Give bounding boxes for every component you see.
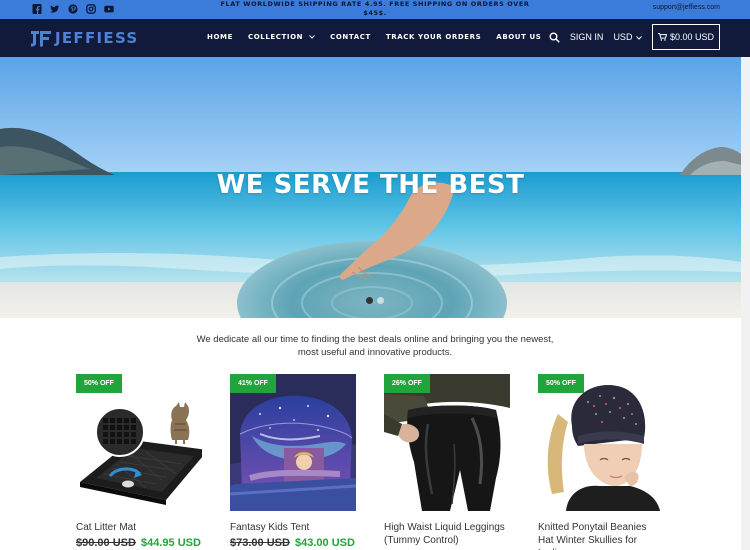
sign-in-link[interactable]: SIGN IN bbox=[570, 32, 604, 42]
nav-collection-label: COLLECTION bbox=[247, 33, 304, 41]
product-card[interactable]: 41% OFF Fantasy Kids Tent $73.00 USD $43… bbox=[230, 374, 356, 550]
discount-badge: 26% OFF bbox=[384, 374, 430, 393]
chevron-down-icon bbox=[309, 35, 315, 39]
product-price: $90.00 USD $44.95 USD bbox=[76, 537, 202, 549]
sale-price: $43.00 USD bbox=[295, 537, 355, 549]
cart-button[interactable]: $0.00 USD bbox=[651, 24, 720, 50]
facebook-icon[interactable] bbox=[32, 3, 42, 15]
site-header: JEFFIESS HOME COLLECTION CONTACT TRACK Y… bbox=[0, 19, 750, 57]
product-grid: 50% OFF Cat Litter Mat $90.00 USD $44.95… bbox=[76, 374, 664, 550]
product-name[interactable]: Cat Litter Mat bbox=[76, 521, 202, 534]
nav-contact[interactable]: CONTACT bbox=[330, 33, 371, 41]
discount-badge: 50% OFF bbox=[538, 374, 584, 393]
logo-mark-icon bbox=[31, 31, 51, 47]
currency-value: USD bbox=[613, 32, 633, 42]
site-logo[interactable]: JEFFIESS bbox=[30, 28, 138, 48]
liquid-leggings-image bbox=[384, 374, 510, 511]
original-price: $73.00 USD bbox=[230, 537, 290, 549]
currency-selector[interactable]: USD bbox=[613, 32, 642, 42]
product-card[interactable]: 26% OFF High Waist Liquid Leggings (Tumm… bbox=[384, 374, 510, 550]
nav-collection[interactable]: COLLECTION bbox=[248, 33, 315, 41]
social-links bbox=[32, 3, 114, 15]
nav-track-orders[interactable]: TRACK YOUR ORDERS bbox=[386, 33, 481, 41]
twitter-icon[interactable] bbox=[50, 3, 60, 15]
cart-icon bbox=[657, 33, 667, 41]
logo-text: JEFFIESS bbox=[55, 29, 139, 47]
knitted-beanie-image bbox=[538, 374, 664, 511]
header-actions: SIGN IN USD $0.00 USD bbox=[549, 24, 720, 50]
product-name[interactable]: High Waist Liquid Leggings (Tummy Contro… bbox=[384, 521, 510, 547]
instagram-icon[interactable] bbox=[86, 3, 96, 15]
product-image[interactable]: 41% OFF bbox=[230, 374, 356, 511]
nav-about-us[interactable]: ABOUT US bbox=[496, 33, 541, 41]
product-card[interactable]: 50% OFF Cat Litter Mat $90.00 USD $44.95… bbox=[76, 374, 202, 550]
main-nav: HOME COLLECTION CONTACT TRACK YOUR ORDER… bbox=[207, 33, 541, 41]
product-image[interactable]: 50% OFF bbox=[76, 374, 202, 511]
discount-badge: 50% OFF bbox=[76, 374, 122, 393]
slider-dots bbox=[366, 297, 384, 304]
discount-badge: 41% OFF bbox=[230, 374, 276, 393]
product-price: $73.00 USD $43.00 USD bbox=[230, 537, 356, 549]
slider-dot-1[interactable] bbox=[366, 297, 373, 304]
search-icon[interactable] bbox=[549, 32, 560, 43]
cart-total: $0.00 USD bbox=[669, 32, 714, 42]
nav-home[interactable]: HOME bbox=[207, 33, 233, 41]
shipping-announcement: FLAT WORLDWIDE SHIPPING RATE 4.95. FREE … bbox=[220, 0, 530, 17]
product-name[interactable]: Fantasy Kids Tent bbox=[230, 521, 356, 534]
youtube-icon[interactable] bbox=[104, 3, 114, 15]
fantasy-kids-tent-image bbox=[230, 374, 356, 511]
chevron-down-icon bbox=[636, 35, 642, 40]
product-image[interactable]: 26% OFF bbox=[384, 374, 510, 511]
pinterest-icon[interactable] bbox=[68, 3, 78, 15]
product-name[interactable]: Knitted Ponytail Beanies Hat Winter Skul… bbox=[538, 521, 664, 550]
product-image[interactable]: 50% OFF bbox=[538, 374, 664, 511]
support-email[interactable]: support@jeffiess.com bbox=[653, 4, 720, 11]
original-price: $90.00 USD bbox=[76, 537, 136, 549]
hero-banner[interactable]: WE SERVE THE BEST bbox=[0, 57, 741, 318]
sale-price: $44.95 USD bbox=[141, 537, 201, 549]
cat-litter-mat-image bbox=[76, 374, 202, 511]
hero-title: WE SERVE THE BEST bbox=[216, 170, 525, 200]
intro-text: We dedicate all our time to finding the … bbox=[196, 334, 554, 358]
scrollbar[interactable] bbox=[741, 57, 750, 550]
slider-dot-2[interactable] bbox=[377, 297, 384, 304]
product-card[interactable]: 50% OFF Knitted Ponytail Beanies Hat Win… bbox=[538, 374, 664, 550]
announcement-bar: FLAT WORLDWIDE SHIPPING RATE 4.95. FREE … bbox=[0, 0, 750, 19]
